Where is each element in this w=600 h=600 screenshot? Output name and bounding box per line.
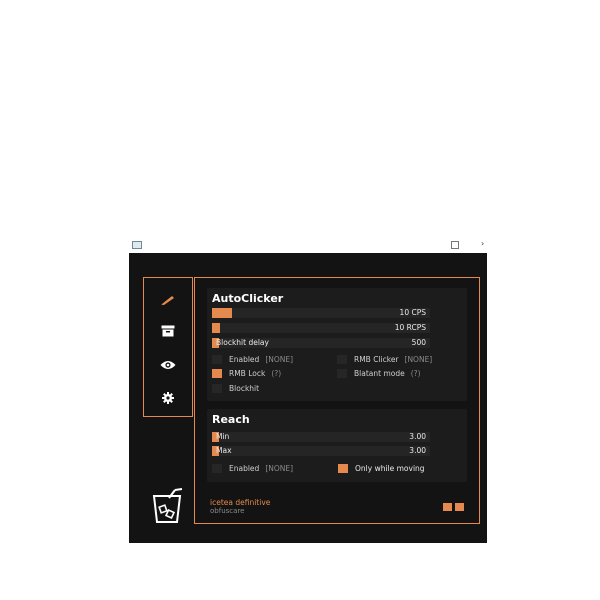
left-cps-slider[interactable]: 10 CPS (212, 308, 430, 318)
blatant-mode-checkbox[interactable]: Blatant mode (?) (337, 368, 421, 378)
blockhit-delay-slider[interactable]: Blockhit delay 500 (212, 338, 430, 348)
sidebar-item-combat[interactable] (144, 287, 192, 313)
app-window: AutoClicker 10 CPS 10 RCPS Blockhit dela… (129, 253, 487, 543)
window-control-button[interactable] (443, 503, 452, 511)
reach-max-slider[interactable]: Max 3.00 (212, 446, 430, 456)
help-tag: (?) (271, 368, 282, 378)
enabled-label: Enabled (229, 354, 260, 364)
keybind-tag: [NONE] (404, 354, 433, 364)
window-titlebar: › (129, 236, 487, 253)
main-content: AutoClicker 10 CPS 10 RCPS Blockhit dela… (194, 277, 480, 524)
blockhit-delay-label: Blockhit delay (216, 338, 269, 347)
rmb-clicker-label: RMB Clicker (354, 354, 399, 364)
pencil-icon (161, 296, 174, 305)
checkbox-box (212, 383, 222, 393)
checkbox-box (212, 368, 222, 378)
autoclicker-title: AutoClicker (212, 292, 284, 305)
keybind-tag: [NONE] (265, 354, 294, 364)
reach-min-value: 3.00 (409, 432, 426, 441)
checkbox-box (212, 354, 222, 364)
reach-title: Reach (212, 413, 250, 426)
rmb-lock-label: RMB Lock (229, 368, 266, 378)
keybind-tag: [NONE] (265, 463, 294, 473)
autoclicker-panel: AutoClicker 10 CPS 10 RCPS Blockhit dela… (207, 288, 467, 401)
sidebar-item-visuals[interactable] (144, 352, 192, 378)
reach-enabled-checkbox[interactable]: Enabled [NONE] (212, 463, 293, 473)
checkbox-box (337, 368, 347, 378)
app-icon (132, 241, 142, 249)
reach-enabled-label: Enabled (229, 463, 260, 473)
blockhit-checkbox[interactable]: Blockhit (212, 383, 259, 393)
left-cps-value: 10 CPS (399, 308, 426, 317)
brand-name: icetea definitive (210, 498, 271, 507)
iced-drink-icon (152, 488, 183, 523)
sidebar (143, 277, 193, 417)
right-cps-value: 10 RCPS (394, 323, 426, 332)
checkbox-box (212, 463, 222, 473)
blatant-mode-label: Blatant mode (354, 368, 405, 378)
archive-box-icon (161, 325, 175, 337)
reach-min-label: Min (216, 432, 230, 441)
chevron-right-icon[interactable]: › (481, 239, 484, 249)
checkbox-box (338, 463, 348, 473)
reach-min-slider[interactable]: Min 3.00 (212, 432, 430, 442)
eye-icon (160, 361, 176, 369)
brand-subtitle: obfuscare (210, 507, 245, 515)
checkbox-box (337, 354, 347, 364)
blockhit-label: Blockhit (229, 383, 260, 393)
brand: icetea definitive obfuscare (210, 498, 270, 515)
slider-fill (212, 308, 232, 318)
maximize-icon[interactable] (451, 241, 459, 249)
slider-fill (212, 323, 220, 333)
only-while-moving-checkbox[interactable]: Only while moving (338, 463, 425, 473)
blockhit-delay-value: 500 (411, 338, 426, 347)
help-tag: (?) (410, 368, 421, 378)
reach-panel: Reach Min 3.00 Max 3.00 Enabled [NONE] O… (207, 409, 467, 482)
gear-icon (162, 392, 174, 404)
enabled-checkbox[interactable]: Enabled [NONE] (212, 354, 293, 364)
right-cps-slider[interactable]: 10 RCPS (212, 323, 430, 333)
rmb-lock-checkbox[interactable]: RMB Lock (?) (212, 368, 281, 378)
reach-max-label: Max (216, 446, 232, 455)
sidebar-item-inventory[interactable] (144, 318, 192, 344)
reach-max-value: 3.00 (409, 446, 426, 455)
window-control-button[interactable] (455, 503, 464, 511)
sidebar-item-settings[interactable] (144, 385, 192, 411)
only-while-moving-label: Only while moving (355, 463, 425, 473)
rmb-clicker-checkbox[interactable]: RMB Clicker [NONE] (337, 354, 432, 364)
